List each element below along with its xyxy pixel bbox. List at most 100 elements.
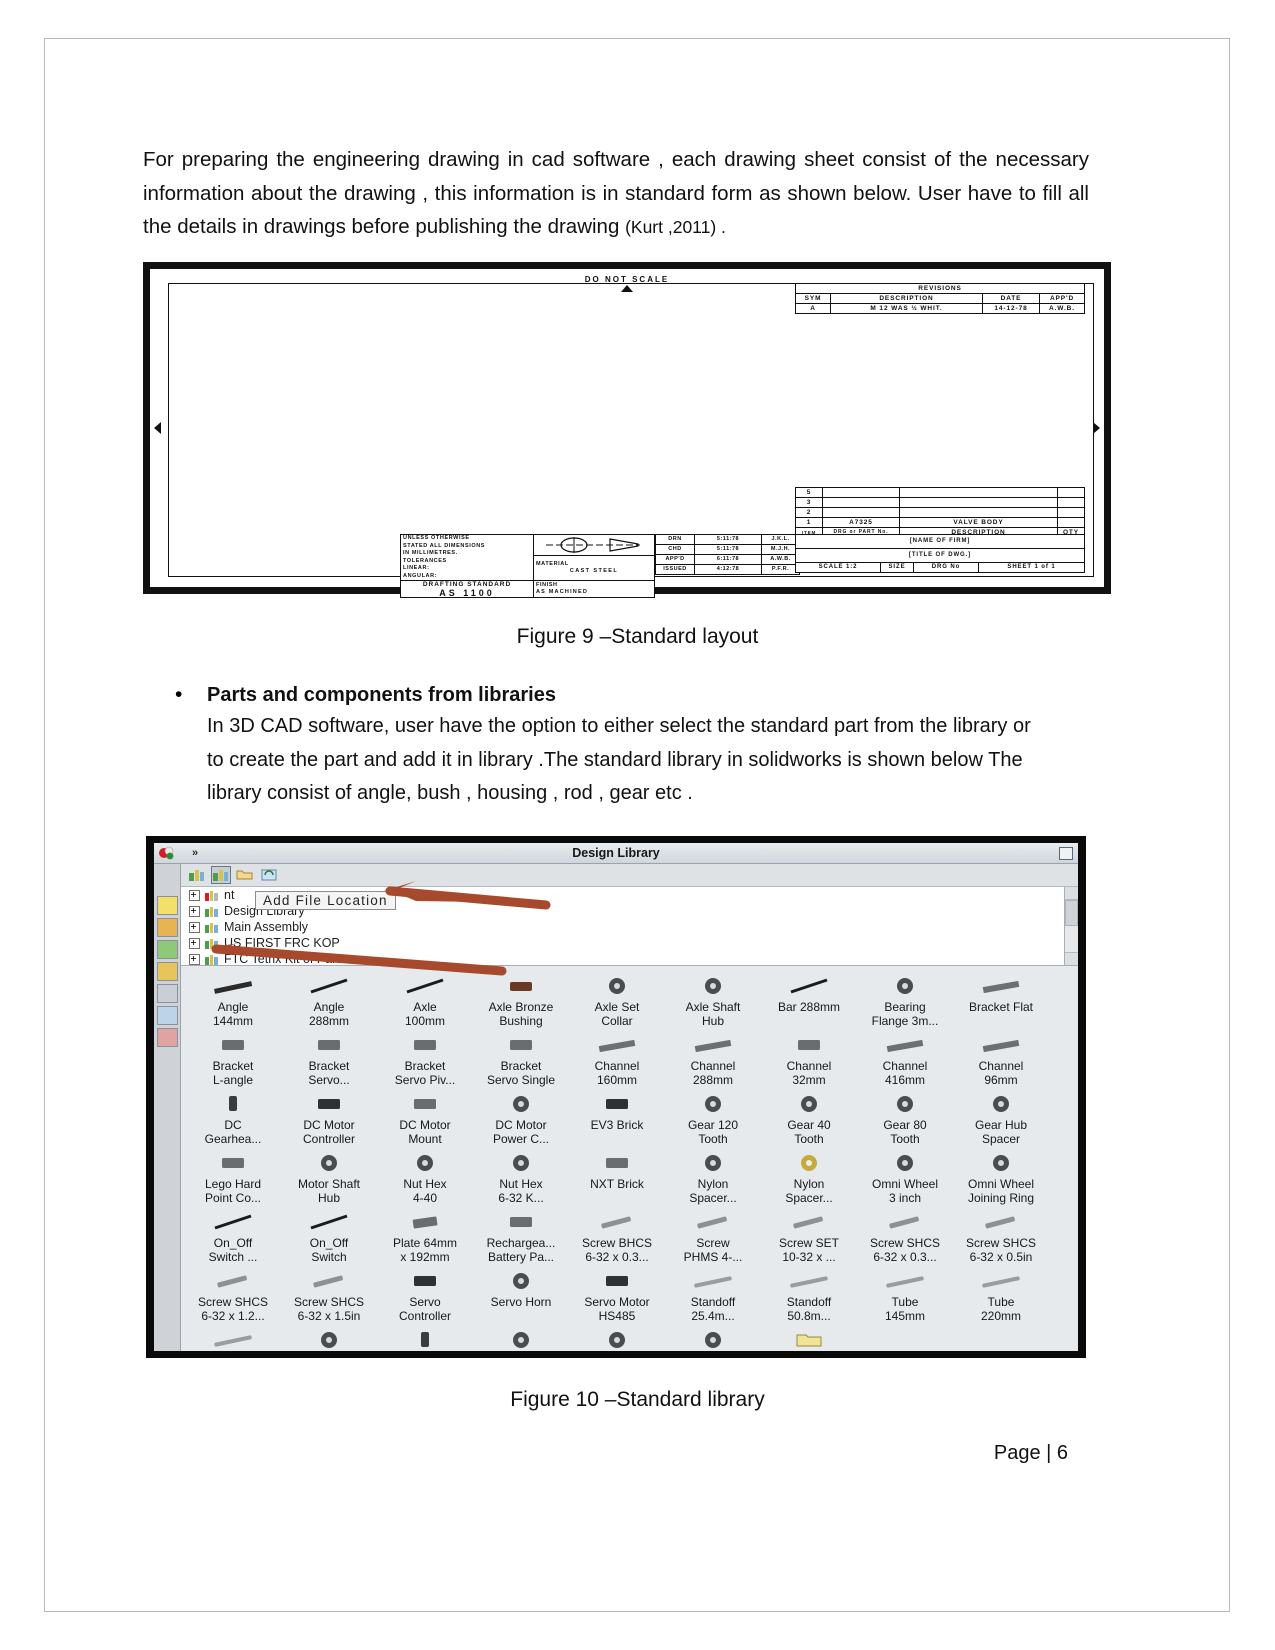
open-folder-icon[interactable] [236, 867, 254, 883]
part-item[interactable]: Screw SET 10-32 x ... [761, 1208, 857, 1267]
part-item[interactable]: Bracket Servo Piv... [377, 1031, 473, 1090]
design-library-panel-icon[interactable] [156, 940, 178, 959]
tree-item-2[interactable]: Main Assembly [181, 919, 1078, 935]
part-item[interactable]: Bracket Servo... [281, 1031, 377, 1090]
part-item[interactable]: Tube Clamp [281, 1326, 377, 1351]
part-item[interactable]: Standoff 50.8m... [761, 1267, 857, 1326]
parts-description [899, 507, 1058, 518]
part-item[interactable]: Standoff 25.4m... [665, 1267, 761, 1326]
part-item[interactable]: Axle Set Collar [569, 972, 665, 1031]
part-item[interactable]: Tube Plug [377, 1326, 473, 1351]
refresh-icon[interactable] [260, 867, 278, 883]
part-item[interactable]: Wheel101.6m... [569, 1326, 665, 1351]
part-item[interactable]: DC Motor Mount [377, 1090, 473, 1149]
part-item[interactable]: Plate 64mm x 192mm [377, 1208, 473, 1267]
part-item[interactable]: Wheel76.2m... [665, 1326, 761, 1351]
search-panel-icon[interactable] [156, 984, 178, 1003]
scroll-up-arrow-icon[interactable] [1065, 887, 1078, 900]
part-item[interactable]: Axle Bronze Bushing [473, 972, 569, 1031]
part-thumbnail-icon [665, 1149, 761, 1177]
part-item[interactable]: Nylon Spacer... [761, 1149, 857, 1208]
part-item[interactable]: Washer-L...No. 4 [473, 1326, 569, 1351]
part-item[interactable]: Axle 100mm [377, 972, 473, 1031]
part-item[interactable]: Gear 80 Tooth [857, 1090, 953, 1149]
home-icon[interactable] [156, 918, 178, 937]
appearances-scenes-icon[interactable] [156, 1028, 178, 1047]
part-item[interactable]: Channel 96mm [953, 1031, 1049, 1090]
expand-plus-icon[interactable] [189, 905, 200, 917]
part-label-line1: Nylon [793, 1177, 825, 1191]
design-library-icon[interactable] [211, 866, 231, 884]
part-item[interactable]: Bracket L-angle [185, 1031, 281, 1090]
part-item[interactable]: Angle 144mm [185, 972, 281, 1031]
tolerance-line: ANGULAR: [403, 572, 438, 579]
part-item[interactable]: Bracket Flat [953, 972, 1049, 1031]
expand-plus-icon[interactable] [189, 953, 200, 965]
part-item[interactable]: NXT Brick [569, 1149, 665, 1208]
part-item[interactable]: On_Off Switch ... [185, 1208, 281, 1267]
part-label-line1: Screw SHCS [869, 1236, 940, 1250]
part-item[interactable]: Nut Hex 6-32 K... [473, 1149, 569, 1208]
part-item[interactable]: Channel 288mm [665, 1031, 761, 1090]
part-item[interactable]: EV3 Brick [569, 1090, 665, 1149]
part-item[interactable]: Channel 160mm [569, 1031, 665, 1090]
figure-10-design-library-screenshot: » Design Library nt Design Library Main … [146, 836, 1086, 1358]
part-item[interactable]: Omni Wheel Joining Ring [953, 1149, 1049, 1208]
part-item[interactable]: Axle Shaft Hub [665, 972, 761, 1031]
part-item[interactable]: Tools [761, 1326, 857, 1351]
part-item[interactable]: Tube 220mm [953, 1267, 1049, 1326]
part-item[interactable]: Gear 120 Tooth [665, 1090, 761, 1149]
part-item[interactable]: Bearing Flange 3m... [857, 972, 953, 1031]
part-item[interactable]: DC Motor Power C... [473, 1090, 569, 1149]
view-palette-icon[interactable] [156, 1006, 178, 1025]
table-row: [NAME OF FIRM] [795, 534, 1085, 549]
expand-plus-icon[interactable] [189, 921, 200, 933]
design-library-tree: nt Design Library Main Assembly US FIRST… [181, 887, 1078, 966]
file-explorer-icon[interactable] [156, 962, 178, 981]
part-item[interactable]: Servo Controller [377, 1267, 473, 1326]
part-item[interactable]: Nylon Spacer... [665, 1149, 761, 1208]
part-item[interactable]: DC Motor Controller [281, 1090, 377, 1149]
scroll-down-arrow-icon[interactable] [1065, 952, 1078, 965]
tree-item-4[interactable]: FTC Tetrix Kit of Parts [181, 951, 1078, 965]
expand-plus-icon[interactable] [189, 889, 200, 901]
part-thumbnail-icon [281, 1208, 377, 1236]
part-item[interactable]: Screw BHCS 6-32 x 0.3... [569, 1208, 665, 1267]
part-item[interactable]: Screw SHCS 6-32 x 1.5in [281, 1267, 377, 1326]
tree-scrollbar[interactable] [1064, 887, 1078, 965]
table-row: 5 [795, 487, 1085, 498]
part-item[interactable]: Omni Wheel 3 inch [857, 1149, 953, 1208]
part-item[interactable]: Servo Motor HS485 [569, 1267, 665, 1326]
part-item[interactable]: Gear Hub Spacer [953, 1090, 1049, 1149]
part-item[interactable]: Screw PHMS 4-... [665, 1208, 761, 1267]
part-item[interactable]: Screw SHCS 6-32 x 1.2... [185, 1267, 281, 1326]
appearances-icon[interactable] [156, 896, 178, 915]
part-item[interactable]: Tube 80mm [185, 1326, 281, 1351]
part-item[interactable]: Nut Hex 4-40 [377, 1149, 473, 1208]
part-item[interactable]: Servo Horn [473, 1267, 569, 1326]
part-item[interactable]: On_Off Switch [281, 1208, 377, 1267]
expand-plus-icon[interactable] [189, 937, 200, 949]
part-item[interactable]: Tube 145mm [857, 1267, 953, 1326]
tree-item-3[interactable]: US FIRST FRC KOP [181, 935, 1078, 951]
part-thumbnail-icon [377, 1326, 473, 1351]
parts-drg-no: A7325 [822, 517, 900, 528]
part-item[interactable]: Screw SHCS 6-32 x 0.3... [857, 1208, 953, 1267]
part-item[interactable]: Angle 288mm [281, 972, 377, 1031]
window-control-button[interactable] [1059, 846, 1073, 860]
part-item[interactable]: Channel 416mm [857, 1031, 953, 1090]
part-item[interactable]: Motor Shaft Hub [281, 1149, 377, 1208]
part-item[interactable]: DC Gearhea... [185, 1090, 281, 1149]
part-item[interactable]: Channel 32mm [761, 1031, 857, 1090]
part-item[interactable]: Rechargea... Battery Pa... [473, 1208, 569, 1267]
add-to-library-icon[interactable] [188, 867, 206, 883]
scrollbar-thumb[interactable] [1065, 900, 1078, 926]
part-thumbnail-icon [281, 1090, 377, 1118]
part-item[interactable]: Screw SHCS 6-32 x 0.5in [953, 1208, 1049, 1267]
part-item[interactable]: Bar 288mm [761, 972, 857, 1031]
part-item[interactable]: Gear 40 Tooth [761, 1090, 857, 1149]
part-item[interactable]: Lego Hard Point Co... [185, 1149, 281, 1208]
part-item[interactable]: Bracket Servo Single [473, 1031, 569, 1090]
part-label-line1: Screw [696, 1236, 730, 1250]
title-block-table: [NAME OF FIRM] [TITLE OF DWG.] SCALE 1:2… [795, 534, 1085, 573]
